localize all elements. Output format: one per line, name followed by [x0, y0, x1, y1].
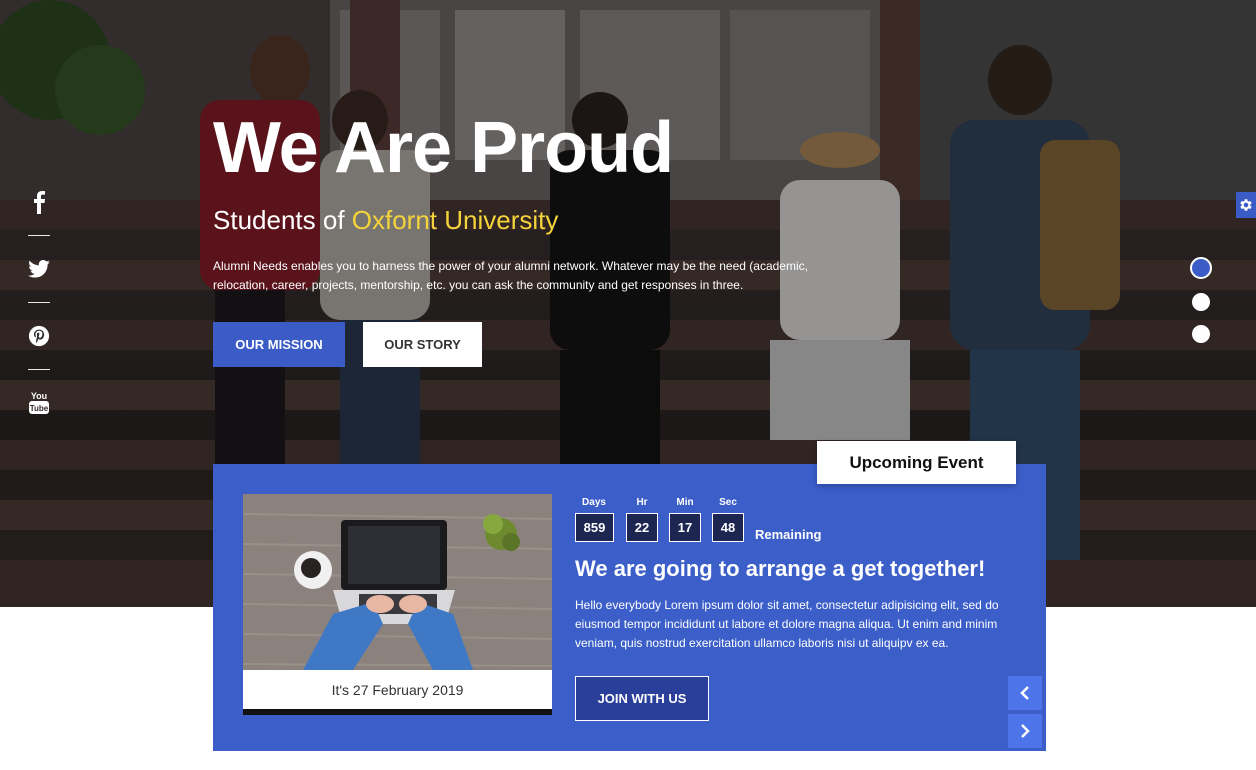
- chevron-right-icon: [1021, 724, 1030, 738]
- event-prev-button[interactable]: [1008, 676, 1042, 710]
- svg-text:Tube: Tube: [30, 404, 49, 413]
- countdown-seconds-value: 48: [712, 513, 744, 542]
- countdown-minutes-label: Min: [676, 497, 694, 508]
- twitter-icon[interactable]: [27, 255, 51, 283]
- hero-description: Alumni Needs enables you to harness the …: [213, 259, 808, 292]
- event-title: We are going to arrange a get together!: [575, 556, 986, 581]
- social-divider: [28, 302, 50, 303]
- hero-subtitle: Students of Oxfornt University: [213, 205, 558, 236]
- event-image-frame: It's 27 February 2019: [243, 494, 552, 715]
- upcoming-event-tab: Upcoming Event: [817, 441, 1016, 484]
- event-image: [243, 494, 552, 670]
- countdown-remaining-label: Remaining: [755, 527, 822, 542]
- gear-icon: [1240, 199, 1252, 211]
- our-story-button[interactable]: OUR STORY: [363, 322, 482, 367]
- countdown-hours-value: 22: [626, 513, 658, 542]
- our-mission-button[interactable]: OUR MISSION: [213, 322, 345, 367]
- social-links: You Tube: [27, 188, 51, 417]
- event-description: Hello everybody Lorem ipsum dolor sit am…: [575, 598, 999, 650]
- svg-text:You: You: [31, 391, 47, 401]
- hero-subtitle-prefix: Students of: [213, 205, 352, 235]
- join-with-us-button[interactable]: JOIN WITH US: [575, 676, 709, 721]
- facebook-icon[interactable]: [27, 188, 51, 216]
- social-divider: [28, 369, 50, 370]
- event-date-caption: It's 27 February 2019: [243, 670, 552, 709]
- countdown-days-value: 859: [575, 513, 614, 542]
- event-next-button[interactable]: [1008, 714, 1042, 748]
- social-divider: [28, 235, 50, 236]
- hero-title: We Are Proud: [213, 108, 674, 188]
- youtube-icon[interactable]: You Tube: [27, 389, 51, 417]
- settings-gear-button[interactable]: [1236, 192, 1256, 218]
- countdown-seconds-label: Sec: [719, 497, 737, 508]
- hero-subtitle-university: Oxfornt University: [351, 205, 559, 235]
- countdown-minutes-value: 17: [669, 513, 701, 542]
- slider-dot-3[interactable]: [1192, 325, 1210, 343]
- chevron-left-icon: [1020, 686, 1029, 700]
- slider-dot-1[interactable]: [1190, 257, 1212, 279]
- countdown-hours-label: Hr: [636, 497, 648, 508]
- pinterest-icon[interactable]: [27, 322, 51, 350]
- countdown-days-label: Days: [582, 497, 606, 508]
- slider-dot-2[interactable]: [1192, 293, 1210, 311]
